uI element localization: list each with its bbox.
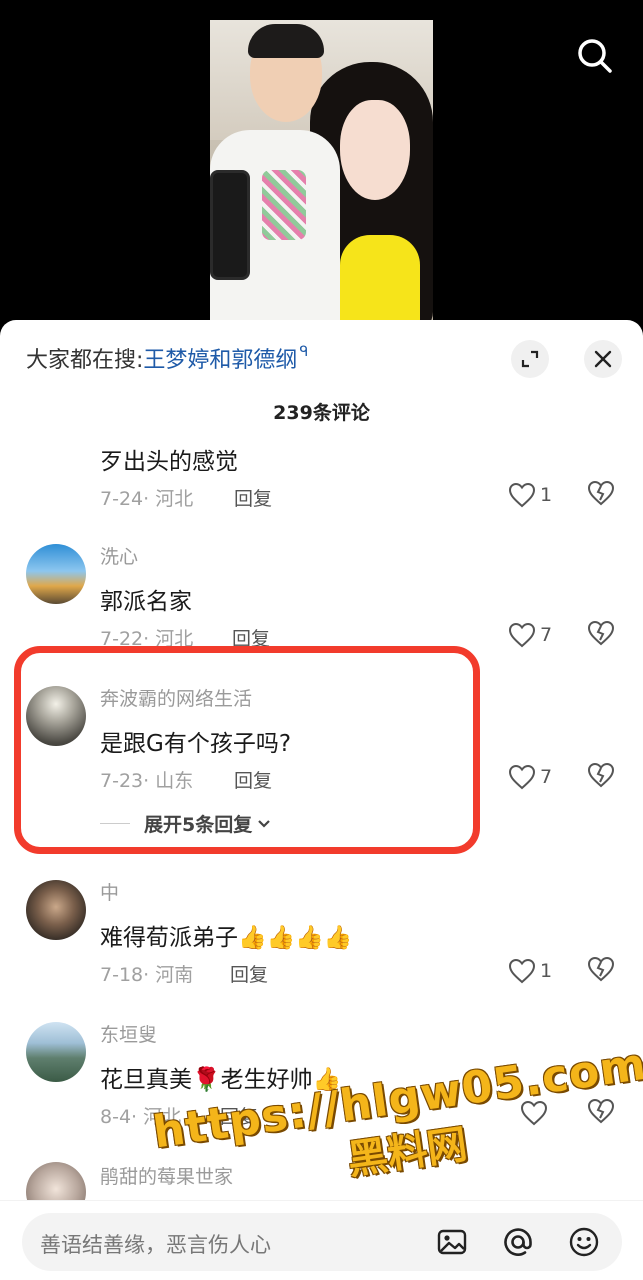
reply-button[interactable]: 回复	[234, 484, 272, 511]
video-person-woman-dress	[340, 235, 420, 325]
video-phone-prop	[210, 170, 250, 280]
image-button[interactable]	[436, 1226, 468, 1258]
reply-button[interactable]: 回复	[232, 624, 270, 651]
comment-location: 河北	[143, 1106, 182, 1128]
comment-input[interactable]: 善语结善缘，恶言伤人心	[22, 1213, 622, 1271]
broken-heart-icon	[587, 1098, 615, 1124]
like-button[interactable]: 1	[508, 480, 558, 510]
avatar[interactable]	[26, 880, 86, 940]
close-sheet-button[interactable]	[584, 340, 622, 378]
comment-date: 7-18	[100, 964, 144, 986]
comment-username[interactable]: 奔波霸的网络生活	[100, 684, 252, 711]
at-icon	[504, 1228, 532, 1256]
comment-location: 河北	[155, 488, 194, 510]
expand-divider	[100, 823, 130, 824]
rose-emoji: 🌹	[192, 1067, 221, 1093]
hot-search-mark-icon: ᑫ	[299, 344, 309, 360]
hot-search-bar[interactable]: 大家都在搜: 王梦婷和郭德纲 ᑫ	[26, 342, 308, 374]
avatar[interactable]	[26, 1022, 86, 1082]
like-button[interactable]	[520, 1098, 570, 1128]
broken-heart-icon	[587, 620, 615, 646]
like-count: 7	[540, 766, 553, 788]
search-button[interactable]	[575, 36, 615, 76]
heart-icon	[508, 958, 536, 984]
like-count: 1	[540, 484, 553, 506]
broken-heart-icon	[587, 480, 615, 506]
comment-date: 7-23	[100, 770, 144, 792]
comment-sheet-header: 大家都在搜: 王梦婷和郭德纲 ᑫ 239条评论	[0, 320, 643, 424]
thumbs-up-emoji: 👍👍👍👍	[238, 925, 353, 951]
comment-count: 239条评论	[273, 402, 370, 424]
comment-location: 山东	[155, 770, 194, 792]
broken-heart-icon	[587, 762, 615, 788]
comment-date: 8-4	[100, 1106, 132, 1128]
comment-meta: 7-18· 河南	[100, 964, 194, 986]
avatar[interactable]	[26, 544, 86, 604]
reply-button[interactable]: 回复	[230, 960, 268, 987]
heart-icon	[508, 622, 536, 648]
reply-button[interactable]: 回复	[234, 766, 272, 793]
comment-username[interactable]: 洗心	[100, 542, 138, 569]
avatar[interactable]	[26, 686, 86, 746]
comment-input-bar: 善语结善缘，恶言伤人心	[0, 1200, 643, 1280]
emoji-button[interactable]	[568, 1226, 600, 1258]
close-icon	[594, 350, 612, 368]
search-icon	[578, 39, 612, 73]
heart-icon	[508, 482, 536, 508]
comment-location: 河南	[155, 964, 194, 986]
hot-search-keyword[interactable]: 王梦婷和郭德纲	[143, 342, 297, 374]
comment-username[interactable]: 中	[100, 878, 119, 905]
like-button[interactable]: 7	[508, 762, 558, 792]
mention-button[interactable]	[502, 1226, 534, 1258]
heart-icon	[508, 764, 536, 790]
expand-replies-label: 展开5条回复	[144, 814, 253, 836]
comment-text: 难得荀派弟子👍👍👍👍	[100, 918, 353, 952]
thumbs-up-emoji: 👍	[312, 1067, 342, 1093]
comment-text: 花旦真美🌹老生好帅👍	[100, 1060, 341, 1094]
broken-heart-icon	[587, 956, 615, 982]
comment-text: 郭派名家	[100, 589, 192, 615]
expand-sheet-button[interactable]	[511, 340, 549, 378]
like-count: 7	[540, 624, 553, 646]
expand-icon	[521, 350, 539, 368]
comment-text-body: 花旦真美	[100, 1067, 192, 1093]
comment-meta: 8-4· 河北	[100, 1106, 182, 1128]
chevron-down-icon	[258, 819, 271, 828]
comment-date: 7-22	[100, 628, 144, 650]
comment-date: 7-24	[100, 488, 144, 510]
comment-meta: 7-22· 河北	[100, 628, 194, 650]
comment-sheet: 大家都在搜: 王梦婷和郭德纲 ᑫ 239条评论 歹出头的感觉 7-24· 河北 …	[0, 320, 643, 1280]
like-count: 1	[540, 960, 553, 982]
dislike-button[interactable]	[587, 956, 617, 986]
video-person-man-shirt-print	[262, 170, 306, 240]
expand-replies-button[interactable]: 展开5条回复	[100, 810, 272, 837]
hot-search-prefix: 大家都在搜:	[26, 348, 144, 373]
dislike-button[interactable]	[587, 620, 617, 650]
comment-text: 是跟G有个孩子吗?	[100, 731, 292, 757]
comment-text-tail: 老生好帅	[220, 1067, 313, 1093]
comment-text: 歹出头的感觉	[100, 449, 238, 475]
video-thumbnail[interactable]	[210, 20, 433, 325]
reply-button[interactable]: 回复	[220, 1102, 258, 1129]
comment-location: 河北	[155, 628, 194, 650]
image-icon	[437, 1229, 467, 1255]
comment-username[interactable]: 东垣叟	[100, 1020, 157, 1047]
video-person-woman-face	[340, 100, 410, 200]
comment-meta: 7-23· 山东	[100, 770, 194, 792]
video-area[interactable]	[0, 0, 643, 330]
dislike-button[interactable]	[587, 1098, 617, 1128]
like-button[interactable]: 1	[508, 956, 558, 986]
comment-username[interactable]: 鹃甜的莓果世家	[100, 1162, 233, 1189]
like-button[interactable]: 7	[508, 620, 558, 650]
comment-text-body: 难得荀派弟子	[100, 925, 238, 951]
dislike-button[interactable]	[587, 762, 617, 792]
comment-meta: 7-24· 河北	[100, 488, 194, 510]
comment-input-placeholder: 善语结善缘，恶言伤人心	[40, 1233, 271, 1257]
heart-icon	[520, 1100, 548, 1126]
video-person-man-hair	[248, 24, 324, 58]
dislike-button[interactable]	[587, 480, 617, 510]
emoji-icon	[569, 1227, 599, 1257]
